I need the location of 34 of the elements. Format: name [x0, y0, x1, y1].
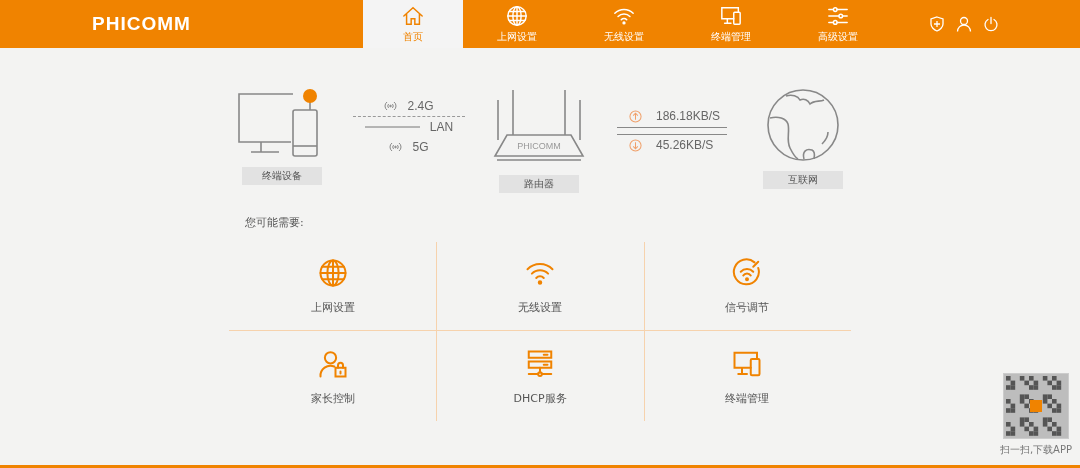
home-icon	[402, 4, 424, 27]
user-icon[interactable]	[956, 16, 972, 32]
sliders-icon	[826, 4, 849, 27]
shortcut-tile[interactable]: 终端管理	[643, 331, 851, 421]
router-label: 路由器	[499, 175, 579, 193]
globe-icon	[505, 4, 528, 27]
download-icon	[629, 138, 642, 152]
connection-label: LAN	[429, 120, 454, 134]
speed-value: 45.26KB/S	[656, 138, 714, 152]
section-title: 您可能需要:	[244, 215, 305, 230]
shortcut-tile[interactable]: 家长控制	[229, 331, 437, 421]
wireless-signal-icon	[389, 142, 403, 152]
brand-logo: PHICOMM	[92, 13, 191, 35]
server-icon	[525, 348, 555, 379]
shortcut-tile[interactable]: 信号调节	[643, 242, 851, 331]
globe-icon	[317, 257, 348, 288]
devices-icon	[719, 4, 742, 27]
cable-line	[364, 126, 420, 128]
shield-icon[interactable]	[929, 16, 945, 32]
speed-value: 186.18KB/S	[656, 109, 721, 123]
qr-code-drawing	[1002, 373, 1069, 439]
signal-adjust-icon	[732, 257, 763, 288]
shortcut-tile[interactable]: 无线设置	[436, 242, 644, 331]
devices-label: 终端设备	[242, 167, 322, 185]
router-brand-label: PHICOMM	[517, 141, 561, 151]
upload-icon	[629, 109, 642, 123]
user-lock-icon	[317, 348, 348, 379]
connection-label: 5G	[412, 140, 429, 154]
internet-label: 互联网	[763, 171, 843, 189]
shortcut-tile[interactable]: DHCP服务	[436, 331, 644, 421]
wireless-signal-icon	[384, 101, 398, 111]
power-icon[interactable]	[983, 16, 999, 32]
connection-label: 2.4G	[407, 99, 434, 113]
qr-caption: 扫一扫,下载APP	[999, 443, 1072, 457]
